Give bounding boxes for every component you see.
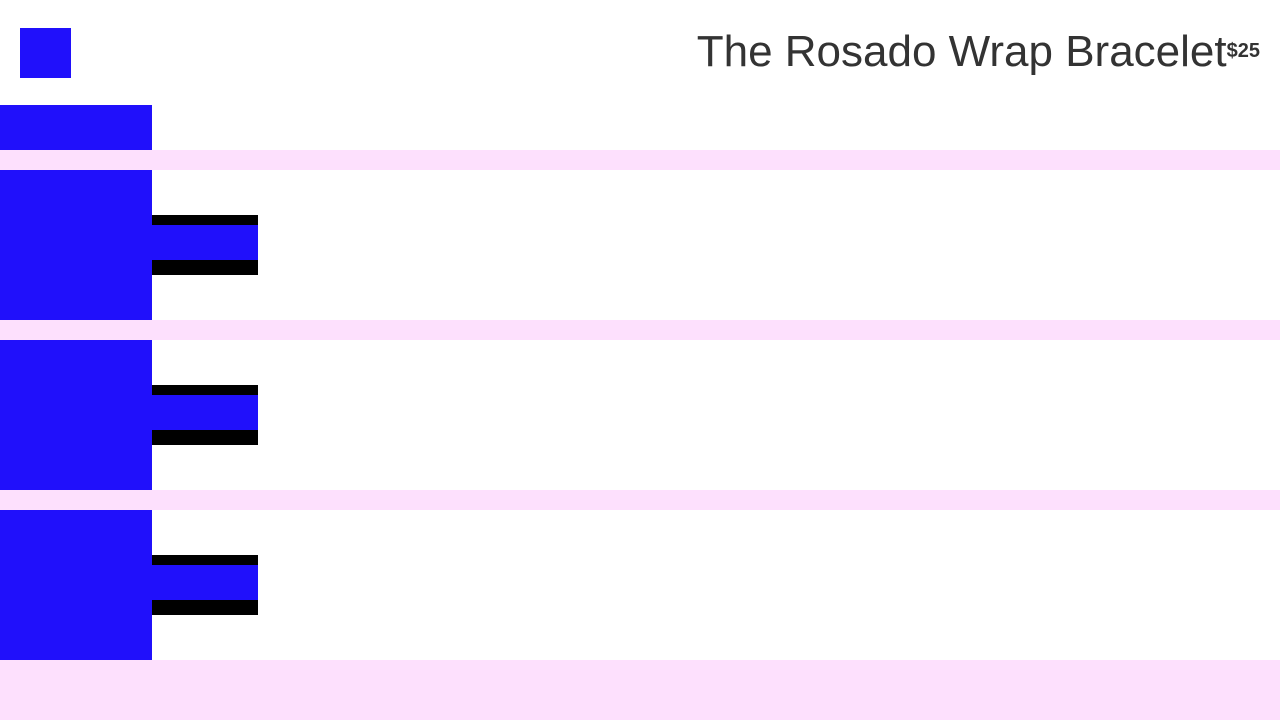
product-image-icon[interactable] [0,510,152,660]
product-price: $25 [1226,40,1260,62]
product-title: The Rosado Wrap Bracelet [696,27,1227,76]
product-thumbnail-icon[interactable] [0,105,152,150]
list-item [0,510,1280,660]
option-button[interactable] [152,385,258,445]
page-header: The Rosado Wrap Bracelet $25 [0,0,1280,105]
option-button[interactable] [152,555,258,615]
option-button-icon [152,225,258,260]
option-button[interactable] [152,215,258,275]
brand-logo-icon[interactable] [20,28,71,78]
thumbnail-strip [0,105,1280,150]
product-image-icon[interactable] [0,170,152,320]
list-item [0,340,1280,490]
product-image-icon[interactable] [0,340,152,490]
list-item [0,170,1280,320]
option-button-icon [152,395,258,430]
product-heading: The Rosado Wrap Bracelet $25 [697,26,1260,78]
option-button-icon [152,565,258,600]
